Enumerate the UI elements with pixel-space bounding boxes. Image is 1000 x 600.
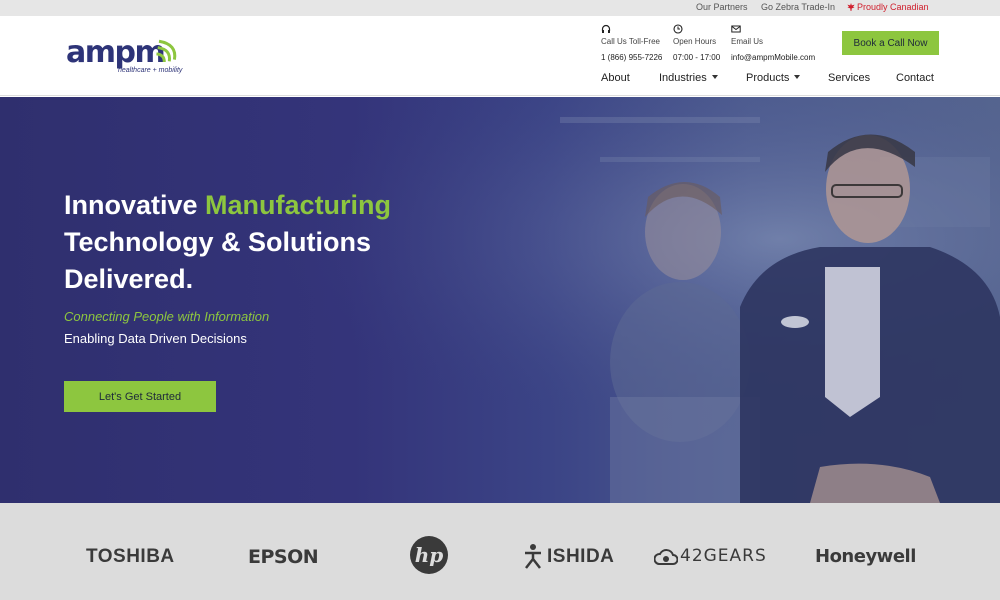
get-started-button[interactable]: Let's Get Started bbox=[64, 381, 216, 412]
book-a-call-button[interactable]: Book a Call Now bbox=[842, 31, 939, 55]
email-address[interactable]: info@ampmMobile.com bbox=[731, 53, 815, 62]
nav-about[interactable]: About bbox=[601, 72, 630, 84]
nav-products-label: Products bbox=[746, 72, 790, 84]
cloud-gear-icon bbox=[653, 549, 679, 565]
nav-industries-label: Industries bbox=[659, 72, 707, 84]
proudly-canadian-label: Proudly Canadian bbox=[857, 2, 929, 12]
headset-icon bbox=[601, 24, 611, 33]
signal-waves-icon bbox=[156, 39, 177, 62]
phone-number[interactable]: 1 (866) 955-7226 bbox=[601, 53, 662, 62]
contact-phone: Call Us Toll-Free 1 (866) 955-7226 bbox=[601, 24, 662, 62]
partner-logos-strip: TOSHIBA EPSON hp ISHIDA 42GEARS Honeywel… bbox=[0, 503, 1000, 600]
caret-down-icon bbox=[711, 75, 718, 79]
nav-contact-label: Contact bbox=[896, 72, 934, 84]
hero-title-line3: Delivered. bbox=[64, 264, 194, 294]
clock-icon bbox=[673, 24, 683, 34]
contact-hours: Open Hours 07:00 - 17:00 bbox=[673, 24, 720, 62]
our-partners-link[interactable]: Our Partners bbox=[696, 2, 748, 12]
hp-logo-text: hp bbox=[415, 543, 444, 567]
nav-services-label: Services bbox=[828, 72, 871, 84]
mail-icon bbox=[731, 25, 741, 33]
ampm-logo[interactable]: ampm healthcare + mobility bbox=[66, 38, 191, 78]
hero-headline: Innovative Manufacturing Technology & So… bbox=[64, 187, 391, 298]
nav-about-label: About bbox=[601, 72, 630, 84]
top-utility-bar: Our Partners Go Zebra Trade-In Proudly C… bbox=[0, 0, 1000, 16]
hero-background-photo bbox=[0, 97, 1000, 503]
nav-services[interactable]: Services bbox=[828, 72, 870, 84]
logo-tagline: healthcare + mobility bbox=[118, 67, 183, 74]
proudly-canadian-link[interactable]: Proudly Canadian bbox=[847, 2, 929, 12]
maple-leaf-icon bbox=[847, 3, 855, 11]
hero-banner: Innovative Manufacturing Technology & So… bbox=[0, 97, 1000, 503]
site-header: ampm healthcare + mobility Call Us Toll-… bbox=[0, 16, 1000, 96]
nav-contact[interactable]: Contact bbox=[896, 72, 934, 84]
hours-value: 07:00 - 17:00 bbox=[673, 53, 721, 62]
phone-label: Call Us Toll-Free bbox=[601, 37, 660, 46]
ishida-logo[interactable]: ISHIDA bbox=[523, 543, 614, 574]
epson-logo[interactable]: EPSON bbox=[248, 546, 319, 568]
42gears-logo[interactable]: 42GEARS bbox=[653, 546, 766, 572]
hero-tagline-green: Connecting People with Information bbox=[64, 309, 270, 324]
toshiba-logo[interactable]: TOSHIBA bbox=[86, 546, 175, 568]
hero-title-line2: Technology & Solutions bbox=[64, 227, 371, 257]
zebra-trade-in-link[interactable]: Go Zebra Trade-In bbox=[761, 2, 835, 12]
hero-title-accent: Manufacturing bbox=[205, 190, 392, 220]
honeywell-logo[interactable]: Honeywell bbox=[815, 546, 916, 567]
nav-products[interactable]: Products bbox=[746, 72, 801, 84]
hp-logo-mark: hp bbox=[410, 536, 448, 574]
ishida-mark-icon bbox=[525, 544, 541, 569]
hero-title-part1: Innovative bbox=[64, 190, 206, 220]
hp-logo[interactable]: hp bbox=[409, 535, 449, 580]
42gears-logo-text: 42GEARS bbox=[680, 546, 767, 566]
hero-tagline-white: Enabling Data Driven Decisions bbox=[64, 331, 247, 346]
email-label: Email Us bbox=[731, 37, 764, 46]
nav-industries[interactable]: Industries bbox=[659, 72, 718, 84]
caret-down-icon bbox=[794, 75, 801, 79]
ishida-logo-text: ISHIDA bbox=[547, 546, 615, 567]
hours-label: Open Hours bbox=[673, 37, 717, 46]
contact-email: Email Us info@ampmMobile.com bbox=[731, 24, 815, 62]
